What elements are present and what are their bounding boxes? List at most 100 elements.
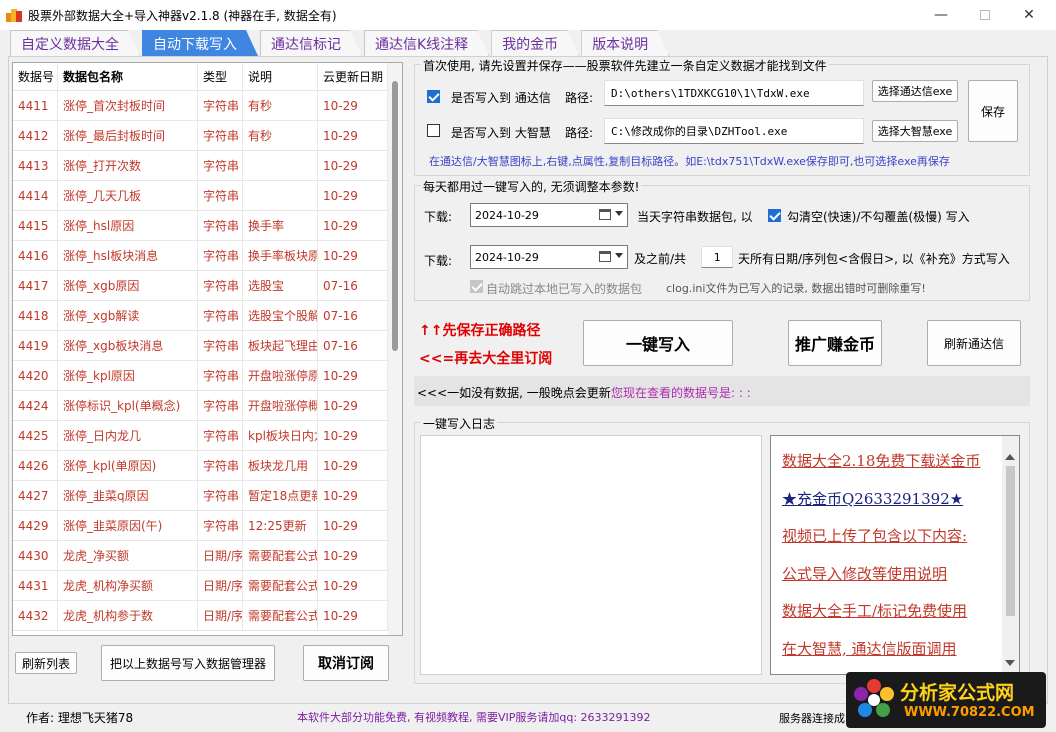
list-scrollbar[interactable] xyxy=(388,63,402,635)
table-row[interactable]: 4412 涨停_最后封板时间 字符串 有秒 10-29 xyxy=(13,121,402,151)
cell-type: 字符串 xyxy=(198,121,243,150)
scrollbar-thumb[interactable] xyxy=(392,81,398,351)
promo-link[interactable]: ★充金币Q2633291392★ xyxy=(782,488,963,509)
scroll-up-icon[interactable] xyxy=(1005,454,1015,460)
table-row[interactable]: 4419 涨停_xgb板块消息 字符串 板块起飞理由 07-16 xyxy=(13,331,402,361)
cell-type: 字符串 xyxy=(198,331,243,360)
table-row[interactable]: 4417 涨停_xgb原因 字符串 选股宝 07-16 xyxy=(13,271,402,301)
tab-custom-data[interactable]: 自定义数据大全 xyxy=(10,30,140,56)
refresh-tdx-button[interactable]: 刷新通达信 xyxy=(927,320,1021,366)
select-dzh-exe-button[interactable]: 选择大智慧exe xyxy=(872,120,958,142)
tab-version-notes[interactable]: 版本说明 xyxy=(581,30,669,56)
refresh-list-button[interactable]: 刷新列表 xyxy=(15,652,77,674)
viewing-data-id: 您现在查看的数据号是: : : xyxy=(611,386,751,400)
cell-date: 10-29 xyxy=(318,91,388,120)
write-to-manager-button[interactable]: 把以上数据号写入数据管理器 xyxy=(101,645,275,681)
promo-link[interactable]: 数据大全手工/标记免费使用 xyxy=(782,600,967,621)
column-header-id[interactable]: 数据号 xyxy=(13,63,58,90)
cell-type: 字符串 xyxy=(198,151,243,180)
select-tdx-exe-button[interactable]: 选择通达信exe xyxy=(872,80,958,102)
table-row[interactable]: 4424 涨停标识_kpl(单概念) 字符串 开盘啦涨停概 10-29 xyxy=(13,391,402,421)
cell-type: 字符串 xyxy=(198,361,243,390)
one-click-write-button[interactable]: 一键写入 xyxy=(583,320,733,366)
chevron-down-icon xyxy=(615,211,623,216)
days-input[interactable]: 1 xyxy=(701,246,733,268)
tdx-path-input[interactable]: D:\others\1TDXKCG10\1\TdxW.exe xyxy=(604,80,864,106)
close-button[interactable]: ✕ xyxy=(1006,0,1052,30)
cell-id: 4416 xyxy=(13,241,58,270)
daily-group-title: 每天都用过一键写入的, 无须调整本参数! xyxy=(421,178,642,195)
column-header-desc[interactable]: 说明 xyxy=(243,63,318,90)
table-row[interactable]: 4416 涨停_hsl板块消息 字符串 换手率板块原 10-29 xyxy=(13,241,402,271)
date-value: 2024-10-29 xyxy=(475,208,539,222)
promo-link[interactable]: 在大智慧, 通达信版面调用 xyxy=(782,638,957,659)
table-row[interactable]: 4414 涨停_几天几板 字符串 10-29 xyxy=(13,181,402,211)
window-title: 股票外部数据大全+导入神器v2.1.8 (神器在手, 数据全有) xyxy=(28,8,337,23)
cell-id: 4424 xyxy=(13,391,58,420)
server-status-text: 服务器连接成 xyxy=(779,712,845,725)
table-row[interactable]: 4432 龙虎_机构参于数 日期/序 需要配套公式 10-29 xyxy=(13,601,402,631)
promo-links-box[interactable]: 数据大全2.18免费下载送金币 ★充金币Q2633291392★ 视频已上传了包含以… xyxy=(770,435,1020,675)
cell-name: 涨停_日内龙几 xyxy=(58,421,198,450)
cell-desc: 需要配套公式 xyxy=(243,601,318,630)
cell-type: 字符串 xyxy=(198,481,243,510)
table-row[interactable]: 4411 涨停_首次封板时间 字符串 有秒 10-29 xyxy=(13,91,402,121)
promo-link[interactable]: 公式导入修改等使用说明 xyxy=(782,563,947,584)
cell-name: 涨停_kpl(单原因) xyxy=(58,451,198,480)
dzh-path-input[interactable]: C:\修改成你的目录\DZHTool.exe xyxy=(604,118,864,144)
column-header-name[interactable]: 数据包名称 xyxy=(58,63,198,90)
cell-name: 涨停_hsl板块消息 xyxy=(58,241,198,270)
cell-type: 字符串 xyxy=(198,241,243,270)
table-row[interactable]: 4431 龙虎_机构净买额 日期/序 需要配套公式 10-29 xyxy=(13,571,402,601)
download-date-picker-1[interactable]: 2024-10-29 xyxy=(470,203,628,227)
promo-link[interactable]: 数据大全2.18免费下载送金币 xyxy=(782,450,980,471)
cell-desc: 板块起飞理由 xyxy=(243,331,318,360)
table-row[interactable]: 4427 涨停_韭菜q原因 字符串 暂定18点更新 10-29 xyxy=(13,481,402,511)
clog-note: clog.ini文件为已写入的记录, 数据出错时可删除重写! xyxy=(666,282,926,295)
table-row[interactable]: 4430 龙虎_净买额 日期/序 需要配套公式 10-29 xyxy=(13,541,402,571)
download-date-picker-2[interactable]: 2024-10-29 xyxy=(470,245,628,269)
tab-my-coins[interactable]: 我的金币 xyxy=(491,30,579,56)
table-row[interactable]: 4426 涨停_kpl(单原因) 字符串 板块龙几用 10-29 xyxy=(13,451,402,481)
table-row[interactable]: 4425涨停_日内龙几字符串kpl板块日内龙10-29 xyxy=(13,421,402,451)
table-row[interactable]: 4429 涨停_韭菜原因(午) 字符串 12:25更新 10-29 xyxy=(13,511,402,541)
cell-date: 10-29 xyxy=(318,361,388,390)
cell-desc: 板块龙几用 xyxy=(243,451,318,480)
tdx-write-checkbox[interactable] xyxy=(427,90,440,103)
tdx-path-label: 路径: xyxy=(565,91,594,105)
save-button[interactable]: 保存 xyxy=(968,80,1018,142)
cell-name: 涨停_首次封板时间 xyxy=(58,91,198,120)
app-icon xyxy=(6,8,22,22)
write-log-textarea[interactable] xyxy=(420,435,762,675)
download-label-1: 下载: xyxy=(424,210,453,224)
minimize-button[interactable]: — xyxy=(918,0,964,30)
cell-type: 字符串 xyxy=(198,391,243,420)
data-package-list[interactable]: 数据号 数据包名称 类型 说明 云更新日期 4411 涨停_首次封板时间 字符串 有秒… xyxy=(12,62,403,636)
logo-brand-text: 分析家公式网 xyxy=(900,682,1015,704)
cell-name: 龙虎_机构参于数 xyxy=(58,601,198,630)
promote-earn-coins-button[interactable]: 推广赚金币 xyxy=(788,320,882,366)
tab-auto-download[interactable]: 自动下载写入 xyxy=(142,30,258,56)
dzh-write-checkbox[interactable] xyxy=(427,124,440,137)
tab-tdx-kline-notes[interactable]: 通达信K线注释 xyxy=(364,30,489,56)
table-row[interactable]: 4418 涨停_xgb解读 字符串 选股宝个股解 07-16 xyxy=(13,301,402,331)
cancel-subscribe-button[interactable]: 取消订阅 xyxy=(303,645,389,681)
scroll-down-icon[interactable] xyxy=(1005,660,1015,666)
cell-desc: 需要配套公式 xyxy=(243,541,318,570)
cell-date: 07-16 xyxy=(318,271,388,300)
clear-write-checkbox[interactable] xyxy=(768,209,781,222)
skip-written-checkbox[interactable] xyxy=(470,280,483,293)
scrollbar-thumb[interactable] xyxy=(1006,466,1015,616)
table-row[interactable]: 4415 涨停_hsl原因 字符串 换手率 10-29 xyxy=(13,211,402,241)
promo-scrollbar[interactable] xyxy=(1002,436,1019,674)
title-bar: 股票外部数据大全+导入神器v2.1.8 (神器在手, 数据全有) — ✕ xyxy=(0,0,1056,30)
table-row[interactable]: 4413 涨停_打开次数 字符串 10-29 xyxy=(13,151,402,181)
maximize-button[interactable] xyxy=(962,0,1008,30)
table-row[interactable]: 4420 涨停_kpl原因 字符串 开盘啦涨停原 10-29 xyxy=(13,361,402,391)
cell-date: 10-29 xyxy=(318,511,388,540)
tab-tdx-mark[interactable]: 通达信标记 xyxy=(260,30,362,56)
promo-link[interactable]: 视频已上传了包含以下内容: xyxy=(782,525,967,546)
tab-label: 自定义数据大全 xyxy=(21,36,119,53)
column-header-date[interactable]: 云更新日期 xyxy=(318,63,388,90)
column-header-type[interactable]: 类型 xyxy=(198,63,243,90)
